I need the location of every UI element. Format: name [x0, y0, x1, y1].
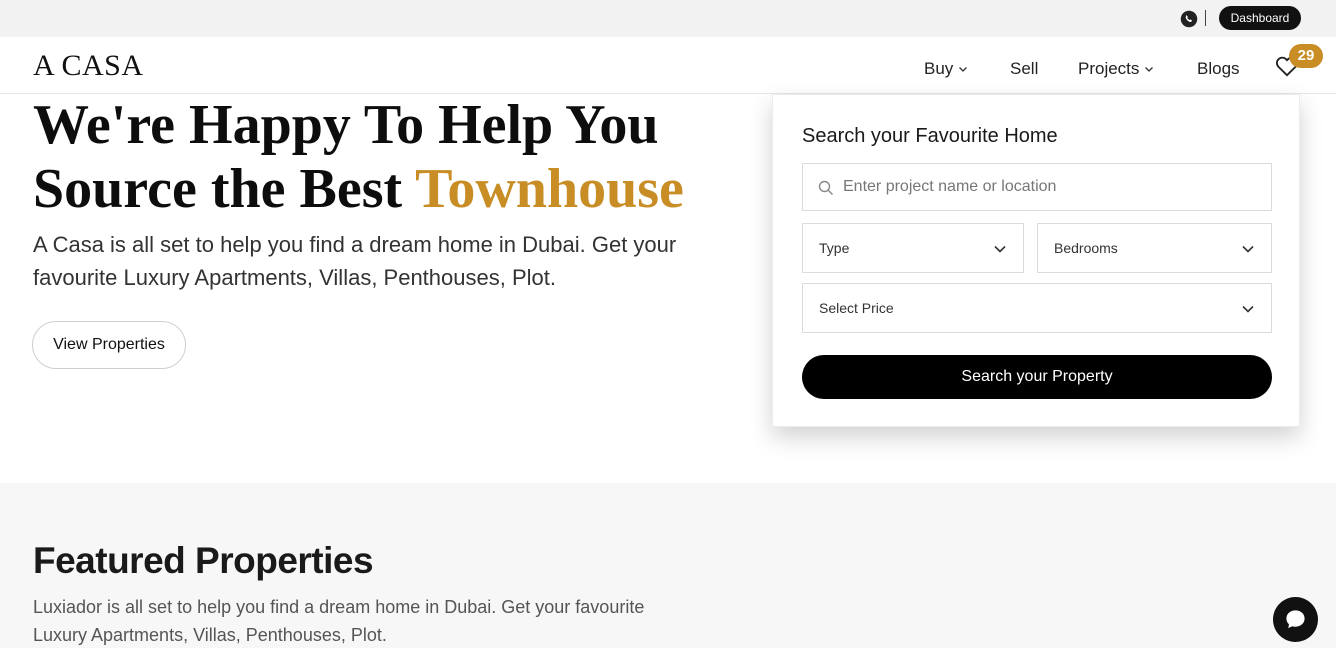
search-card-title: Search your Favourite Home	[802, 125, 1058, 147]
top-utility-bar: Dashboard	[0, 0, 1336, 37]
main-navbar: A CASA Buy Sell Projects Blogs	[0, 37, 1336, 94]
site-logo[interactable]: A CASA	[33, 49, 144, 83]
chevron-down-icon	[1145, 67, 1154, 72]
nav-item-sell[interactable]: Sell	[1010, 59, 1038, 79]
nav-item-label: Blogs	[1197, 59, 1240, 78]
price-select-label: Select Price	[819, 300, 894, 316]
featured-description: Luxiador is all set to help you find a d…	[33, 597, 645, 645]
nav-item-projects[interactable]: Projects	[1078, 59, 1154, 79]
hero-title-prefix: Source the Best	[33, 158, 416, 220]
type-select[interactable]: Type	[802, 223, 1024, 273]
chat-button[interactable]	[1273, 597, 1318, 642]
whatsapp-icon[interactable]	[1180, 10, 1198, 28]
price-select[interactable]: Select Price	[802, 283, 1272, 333]
nav-item-label: Sell	[1010, 59, 1039, 78]
topbar-separator	[1205, 10, 1206, 26]
view-properties-button[interactable]: View Properties	[32, 321, 186, 369]
search-property-button[interactable]: Search your Property	[802, 355, 1272, 399]
hero-title-line1: We're Happy To Help You	[33, 94, 659, 156]
hero-title-accent: Townhouse	[415, 158, 684, 220]
chevron-down-icon	[994, 245, 1006, 253]
nav-item-label: Projects	[1078, 59, 1140, 78]
chevron-down-icon	[959, 67, 968, 72]
bedrooms-select[interactable]: Bedrooms	[1037, 223, 1272, 273]
type-select-label: Type	[819, 240, 850, 256]
search-input[interactable]	[843, 164, 1263, 210]
hero-description: A Casa is all set to help you find a dre…	[33, 232, 677, 290]
chevron-down-icon	[1242, 305, 1254, 313]
nav-item-blogs[interactable]: Blogs	[1197, 59, 1240, 79]
chat-icon	[1286, 610, 1305, 629]
dashboard-button[interactable]: Dashboard	[1219, 6, 1301, 30]
hero-title: We're Happy To Help You Source the Best …	[33, 93, 684, 221]
nav-item-buy[interactable]: Buy	[924, 59, 968, 79]
bedrooms-select-label: Bedrooms	[1054, 240, 1118, 256]
featured-section: Featured Properties Luxiador is all set …	[0, 483, 1336, 648]
search-card: Search your Favourite Home Type Bedrooms…	[772, 94, 1300, 427]
search-icon	[818, 180, 833, 195]
hero-title-line2: Source the Best Townhouse	[33, 157, 684, 221]
favorites-count-badge: 29	[1289, 44, 1323, 68]
chevron-down-icon	[1242, 245, 1254, 253]
search-field	[802, 163, 1272, 211]
nav-item-label: Buy	[924, 59, 954, 78]
featured-title: Featured Properties	[33, 540, 374, 581]
